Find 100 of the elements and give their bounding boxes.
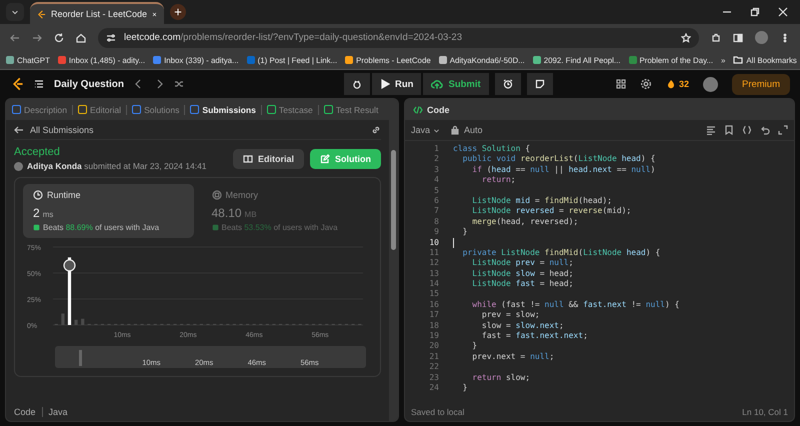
scrollbar[interactable] — [389, 120, 398, 421]
panel-title: Code — [427, 104, 450, 114]
tab-icon — [266, 105, 276, 114]
address-bar[interactable]: leetcode.com/problems/reorder-list/?envType=daily-question&envId=2024-03-23 — [98, 28, 699, 48]
site-icon — [345, 56, 354, 64]
panel-tab[interactable]: Editorial — [76, 104, 124, 114]
status-label: Accepted — [14, 146, 61, 158]
line-number: 14 — [428, 279, 440, 290]
code-line: ListNode prev = null; — [471, 258, 574, 269]
code-line: ListNode fast = head; — [471, 279, 574, 290]
line-number: 22 — [428, 362, 440, 373]
site-icon — [532, 56, 541, 64]
stat-value: 48.10 MB — [212, 206, 258, 220]
forward-arrow-icon — [32, 32, 42, 42]
line-number: 7 — [433, 206, 440, 217]
code-line: class Solution { — [453, 144, 530, 154]
code-line: fast = fast.next.next; — [480, 331, 588, 342]
histogram-bar — [74, 320, 78, 325]
code-line: public void reorderList(ListNode head) { — [462, 154, 656, 165]
code-line: return; — [480, 175, 516, 186]
code-line: merge(head, reversed); — [471, 216, 578, 228]
profile-avatar[interactable] — [755, 31, 768, 44]
extensions-icon — [711, 32, 721, 42]
back-arrow-icon — [14, 124, 24, 134]
language-dropdown[interactable]: Java — [411, 125, 440, 135]
line-number: 18 — [428, 320, 440, 332]
expand-icon — [778, 125, 788, 135]
leetcode-icon — [37, 10, 46, 18]
debug-button[interactable] — [344, 73, 370, 95]
stat-title: Runtime — [47, 190, 81, 200]
site-icon — [58, 56, 66, 64]
restore-icon — [750, 7, 760, 17]
panel-tab[interactable]: Description — [10, 104, 69, 114]
book-icon — [242, 154, 253, 164]
stat-card[interactable]: Memory 48.10 MB Beats 53.53% of users with Java — [202, 184, 372, 238]
side-panel-icon — [733, 32, 743, 42]
streak-counter[interactable]: 32 — [666, 79, 689, 89]
panel-tab[interactable]: Testcase — [264, 104, 315, 114]
panel-tab[interactable]: Test Result — [322, 104, 380, 114]
folder-icon — [733, 55, 744, 65]
code-line: if (head == null || head.next == null) — [471, 164, 656, 176]
daily-question-link[interactable]: Daily Question — [54, 78, 124, 90]
histogram-bar — [81, 318, 84, 325]
code-line: } — [462, 382, 468, 394]
line-number: 10 — [428, 238, 440, 248]
line-number: 9 — [433, 227, 440, 238]
list-icon — [34, 79, 44, 89]
run-button[interactable]: Run — [372, 73, 422, 95]
panel-tab[interactable]: Solutions — [130, 104, 182, 114]
alarm-clock-icon — [502, 79, 513, 89]
clock-icon — [33, 190, 43, 200]
plus-icon — [174, 8, 182, 16]
line-number: 2 — [433, 154, 440, 165]
text-cursor — [453, 238, 454, 248]
panel-tab[interactable]: Submissions — [188, 104, 258, 114]
chevron-down-icon — [11, 8, 19, 16]
close-icon — [778, 7, 788, 17]
submit-button[interactable]: Submit — [423, 73, 489, 95]
line-number: 17 — [428, 310, 440, 321]
tab-icon — [132, 105, 142, 114]
timer-button[interactable] — [494, 73, 521, 95]
browser-tab[interactable]: Reorder List - LeetCode — [30, 2, 164, 24]
editorial-button[interactable]: Editorial — [232, 148, 304, 168]
code-line: prev.next = null; — [471, 352, 554, 362]
line-number: 6 — [433, 196, 440, 206]
line-number: 16 — [428, 300, 440, 310]
user-avatar[interactable] — [702, 76, 718, 92]
close-icon — [152, 10, 157, 18]
tab-icon — [78, 105, 87, 114]
site-icon — [153, 56, 162, 64]
reload-icon — [54, 32, 64, 42]
tab-search-button[interactable] — [6, 3, 24, 21]
mode-label[interactable]: Auto — [464, 125, 483, 135]
line-number: 15 — [428, 289, 440, 300]
tab-icon — [324, 105, 333, 114]
tab-icon — [190, 105, 200, 114]
avatar-marker — [63, 259, 76, 272]
notes-button[interactable] — [526, 73, 553, 95]
all-submissions-link[interactable]: All Submissions — [30, 124, 94, 134]
user-avatar — [14, 162, 23, 170]
line-number: 8 — [433, 216, 440, 228]
stat-card[interactable]: Runtime 2 ms Beats 88.69% of users with Java — [23, 184, 194, 238]
site-settings-icon — [106, 32, 116, 42]
cloud-upload-icon — [431, 78, 444, 90]
premium-button[interactable]: Premium — [732, 74, 790, 94]
new-tab-button[interactable] — [170, 4, 186, 20]
tab-title: Reorder List - LeetCode — [51, 9, 148, 19]
line-number: 5 — [433, 186, 440, 196]
site-icon — [246, 56, 255, 64]
home-icon — [76, 32, 86, 42]
lock-icon — [450, 125, 460, 135]
line-number: 4 — [433, 175, 440, 186]
code-line: prev = slow; — [480, 310, 540, 321]
beats-text: Beats 53.53% of users with Java — [222, 223, 338, 232]
line-number: 19 — [428, 331, 440, 342]
code-line: private ListNode findMid(ListNode head) { — [462, 248, 660, 258]
line-number: 13 — [428, 268, 440, 280]
note-icon — [534, 79, 545, 89]
bookmark-icon — [724, 125, 734, 135]
code-label: Code — [14, 407, 36, 417]
